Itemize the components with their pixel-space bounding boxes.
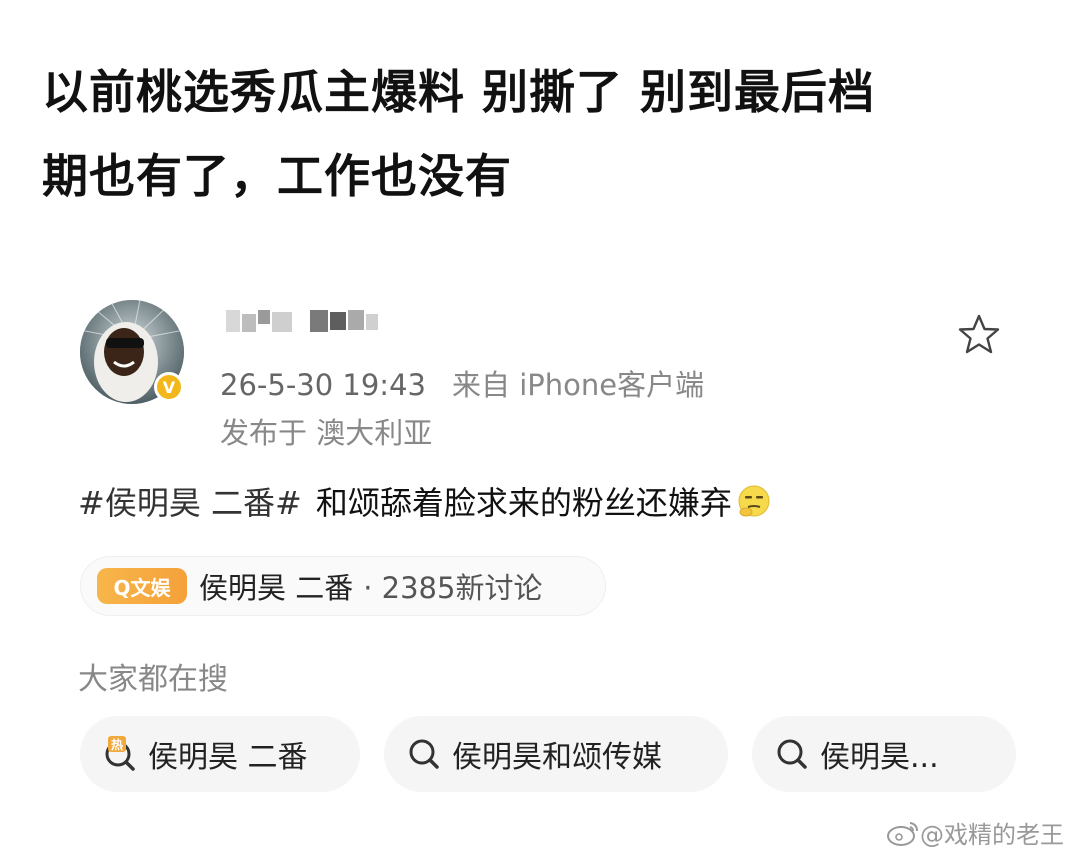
topic-discussion-count: · 2385新讨论 [363, 571, 543, 605]
search-chip-text: 侯明昊 二番 [148, 740, 308, 775]
hot-search-icon: 热 [105, 736, 135, 771]
thinking-emoji-icon [738, 485, 770, 517]
topic-chip[interactable]: Q文娱 侯明昊 二番 · 2385新讨论 [80, 556, 606, 616]
search-chip-2[interactable]: 侯明昊和颂传媒 [384, 716, 728, 792]
trending-search-label: 大家都在搜 [78, 662, 228, 697]
post-source: 来自 iPhone客户端 [451, 368, 705, 402]
headline-line-2: 期也有了，工作也没有 [42, 149, 512, 203]
watermark-text: @戏精的老王 [920, 821, 1064, 849]
headline: 以前桃选秀瓜主爆料 别撕了 别到最后档 期也有了，工作也没有 [42, 50, 1042, 218]
post-hashtag[interactable]: #侯明昊 二番# [78, 478, 302, 524]
hot-label: 热 [111, 737, 123, 752]
post-body: 和颂舔着脸求来的粉丝还嫌弃 [315, 484, 732, 522]
search-chip-3[interactable]: 侯明昊... [752, 716, 1016, 792]
search-icon [777, 739, 807, 769]
watermark: @戏精的老王 [886, 815, 1064, 850]
post-timestamp: 26-5-30 19:43 [220, 368, 426, 402]
search-icon [409, 739, 439, 769]
post-text: #侯明昊 二番# 和颂舔着脸求来的粉丝还嫌弃 [78, 478, 772, 524]
weibo-logo-icon [887, 821, 918, 846]
verified-badge-icon: V [154, 372, 184, 402]
topic-name: 侯明昊 二番 [199, 571, 354, 605]
category-pill: Q文娱 [97, 568, 187, 604]
search-chip-text: 侯明昊... [820, 740, 939, 775]
post-meta: 26-5-30 19:43 来自 iPhone客户端 [220, 362, 704, 404]
post-location: 发布于 澳大利亚 [220, 416, 433, 450]
search-chip-1[interactable]: 热 侯明昊 二番 [80, 716, 360, 792]
star-icon[interactable] [956, 312, 1002, 358]
headline-line-1: 以前桃选秀瓜主爆料 别撕了 别到最后档 [42, 65, 876, 119]
blurred-username[interactable] [220, 308, 380, 334]
search-chip-text: 侯明昊和颂传媒 [452, 740, 662, 775]
